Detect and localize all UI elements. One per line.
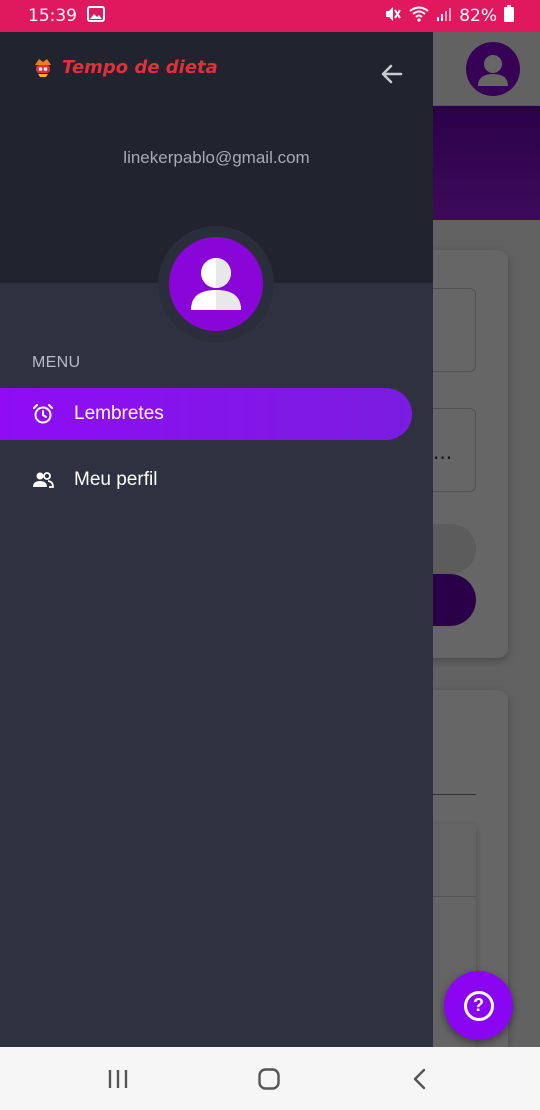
avatar xyxy=(169,237,263,331)
recent-apps-button[interactable] xyxy=(98,1065,138,1093)
status-bar: 15:39 82% xyxy=(0,0,540,32)
signal-icon xyxy=(436,6,452,27)
battery-icon xyxy=(504,5,514,27)
close-drawer-button[interactable] xyxy=(376,58,408,90)
status-time: 15:39 xyxy=(28,6,77,26)
home-button[interactable] xyxy=(249,1065,289,1093)
people-icon xyxy=(32,469,54,491)
recent-apps-icon xyxy=(108,1070,128,1088)
alarm-clock-icon xyxy=(32,403,54,425)
gallery-icon xyxy=(87,5,105,27)
wifi-icon xyxy=(409,6,429,27)
back-button[interactable] xyxy=(400,1065,440,1093)
user-email: linekerpablo@gmail.com xyxy=(123,148,310,167)
back-icon xyxy=(413,1068,426,1090)
navigation-drawer: Tempo de dieta linekerpablo@gmail.com ME… xyxy=(0,32,433,1047)
user-icon xyxy=(191,258,241,310)
profile-avatar[interactable] xyxy=(158,226,274,342)
help-icon: ? xyxy=(463,990,494,1021)
system-nav-bar xyxy=(0,1047,540,1110)
help-button[interactable]: ? xyxy=(444,971,513,1040)
menu-item-label: Meu perfil xyxy=(74,469,158,490)
menu-item-label: Lembretes xyxy=(74,403,164,424)
menu-item-meu-perfil[interactable]: Meu perfil xyxy=(0,454,412,506)
arrow-back-icon xyxy=(381,64,403,84)
brand: Tempo de dieta xyxy=(32,56,218,78)
home-icon xyxy=(258,1068,280,1090)
menu-item-lembretes[interactable]: Lembretes xyxy=(0,388,412,440)
brand-name: Tempo de dieta xyxy=(62,56,218,78)
brand-logo-icon xyxy=(32,56,54,78)
mute-icon xyxy=(384,5,402,28)
menu-heading: MENU xyxy=(32,354,81,371)
battery-level: 82% xyxy=(459,6,497,26)
